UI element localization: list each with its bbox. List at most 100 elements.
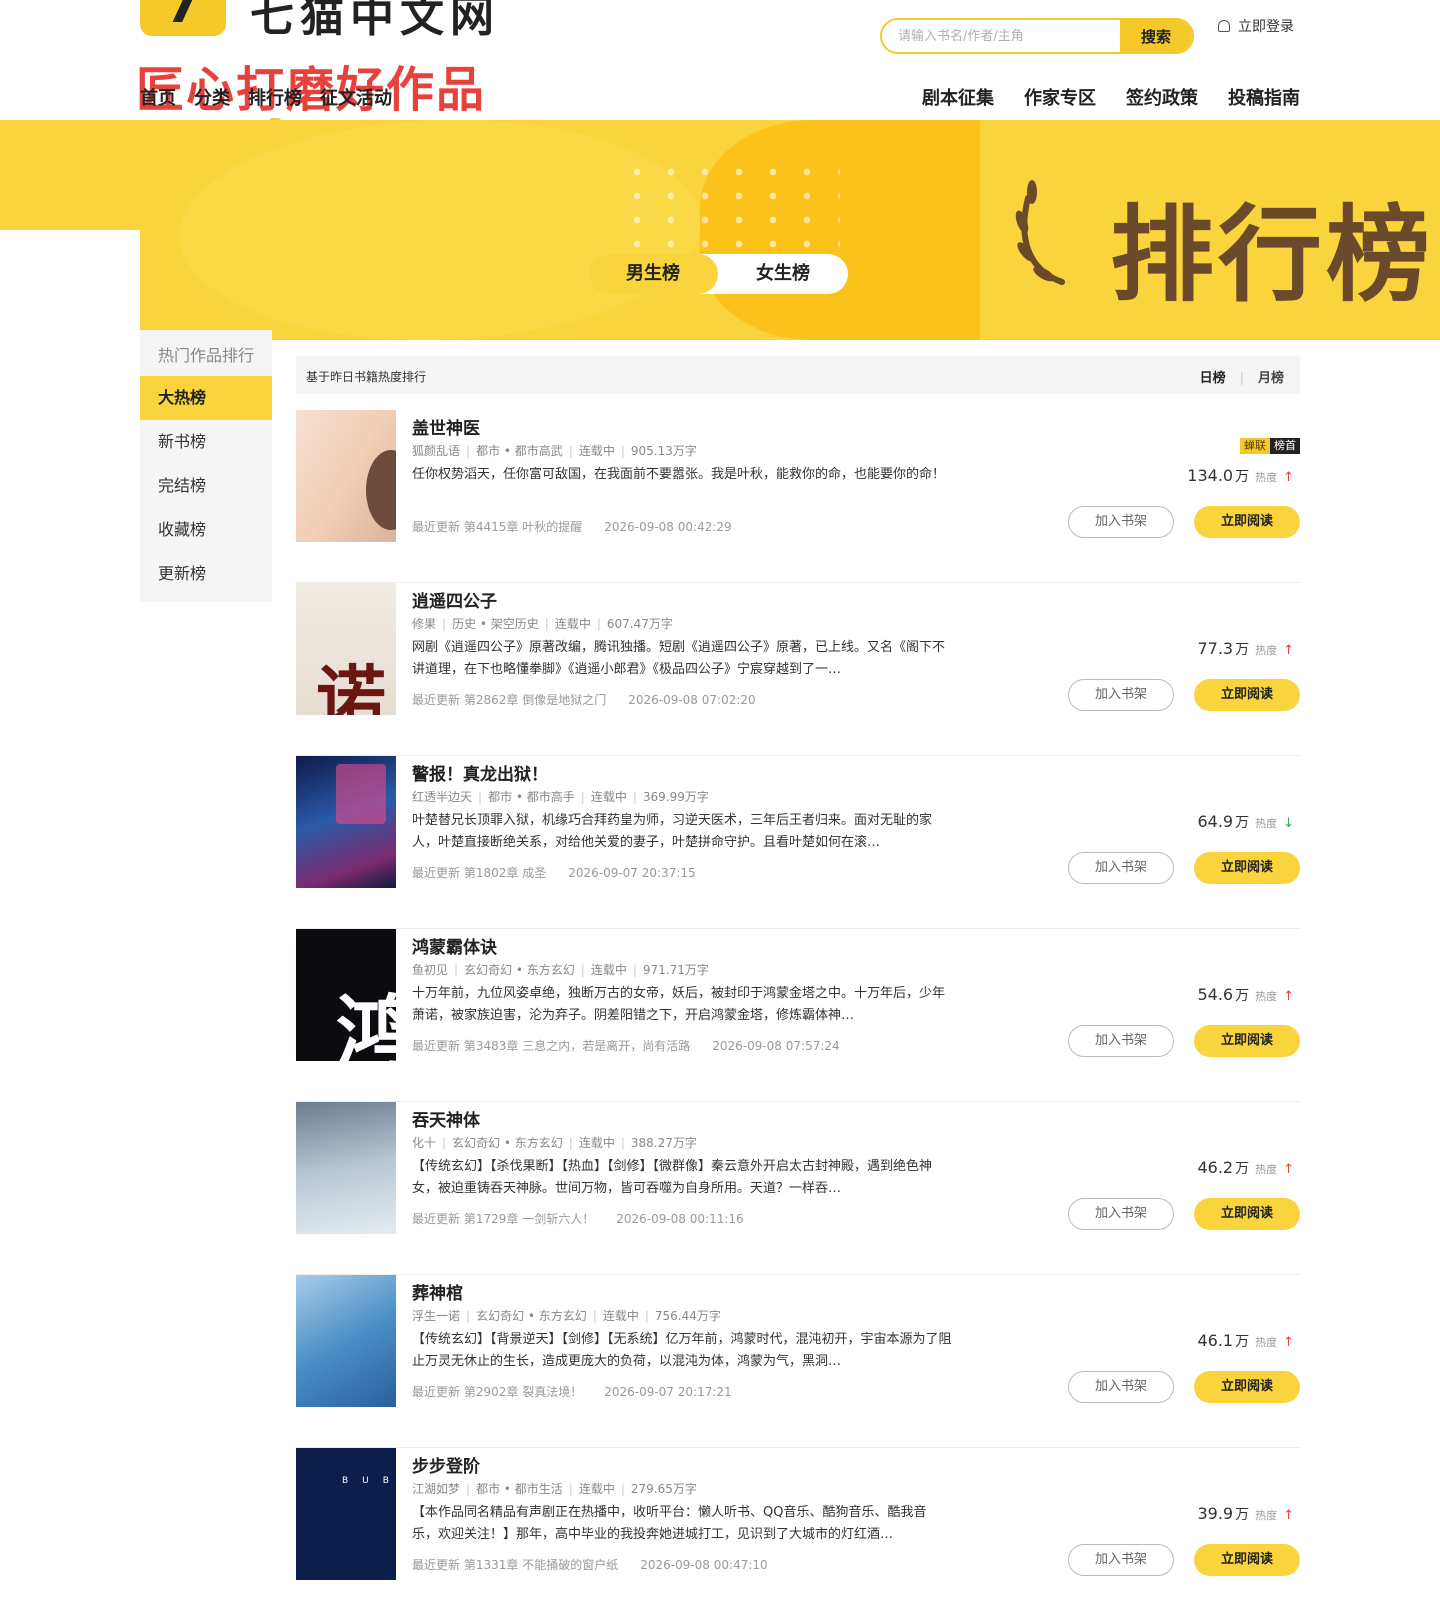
arrow-down-icon: ↓ [1283, 816, 1294, 831]
book-author[interactable]: 鱼初见 [412, 963, 448, 977]
book-cover[interactable] [296, 1102, 396, 1234]
tab-daily[interactable]: 日榜 [1200, 371, 1226, 386]
book-title[interactable]: 步步登阶 [412, 1452, 480, 1477]
sidebar-item-hot[interactable]: 大热榜 [140, 376, 272, 420]
book-category[interactable]: 玄幻奇幻 • 东方玄幻 [452, 1136, 563, 1150]
update-chapter[interactable]: 第1802章 成圣 [464, 866, 546, 880]
book-title[interactable]: 逍遥四公子 [412, 587, 497, 612]
book-row[interactable]: 吞天神体 化十 | 玄幻奇幻 • 东方玄幻 | 连载中 | 388.27万字 【传统玄幻】【杀伐… [296, 1102, 1300, 1275]
book-cover[interactable]: 诺 [296, 583, 396, 715]
update-time: 2026-09-08 00:42:29 [604, 520, 732, 534]
nav-home[interactable]: 首页 [140, 84, 176, 110]
book-row[interactable]: 诺 逍遥四公子 修果 | 历史 • 架空历史 | 连载中 | 607.47万字 网剧《逍遥四公子》… [296, 583, 1300, 756]
tab-female[interactable]: 女生榜 [718, 254, 848, 294]
heat-value: 46.1 [1197, 1331, 1234, 1350]
update-chapter[interactable]: 第1729章 一剑斩六人！ [464, 1212, 594, 1226]
book-row[interactable]: BUB 步步登阶江湖如梦 | 都市 • 都市生活 | 连载中 | 279.65万字【本作品同名… [296, 1448, 1300, 1600]
book-row[interactable]: 警报！真龙出狱！ 红透半边天 | 都市 • 都市高手 | 连载中 | 369.99万字 叶楚替兄… [296, 756, 1300, 929]
book-row[interactable]: 鸿 鸿蒙霸体诀 鱼初见 | 玄幻奇幻 • 东方玄幻 | 连载中 | 971.71万字 十万年前，九… [296, 929, 1300, 1102]
book-category[interactable]: 都市 • 都市高手 [488, 790, 575, 804]
book-category[interactable]: 都市 • 都市高武 [476, 444, 563, 458]
book-cover[interactable]: BUB [296, 1448, 396, 1580]
arrow-up-icon: ↑ [1283, 1162, 1294, 1177]
read-now-button[interactable]: 立即阅读 [1194, 1544, 1300, 1576]
update-time: 2026-09-08 07:02:20 [628, 693, 756, 707]
book-words: 369.99万字 [642, 790, 709, 804]
sidebar-item-finished[interactable]: 完结榜 [140, 464, 272, 508]
read-now-button[interactable]: 立即阅读 [1194, 1198, 1300, 1230]
add-to-shelf-button[interactable]: 加入书架 [1068, 852, 1174, 884]
book-words: 388.27万字 [630, 1136, 697, 1150]
add-to-shelf-button[interactable]: 加入书架 [1068, 1025, 1174, 1057]
sidebar-item-update[interactable]: 更新榜 [140, 552, 272, 596]
tab-monthly[interactable]: 月榜 [1258, 371, 1284, 386]
sidebar-item-collect[interactable]: 收藏榜 [140, 508, 272, 552]
search-button[interactable]: 搜索 [1120, 20, 1192, 52]
logo-text[interactable]: 七猫中文网 [250, 0, 500, 44]
book-status: 连载中 [578, 444, 615, 458]
book-title[interactable]: 葬神棺 [412, 1279, 463, 1304]
sidebar-head: 热门作品排行 [158, 346, 255, 365]
meta-sep: | [466, 1482, 471, 1496]
read-now-button[interactable]: 立即阅读 [1194, 679, 1300, 711]
read-now-button[interactable]: 立即阅读 [1194, 852, 1300, 884]
nav-category[interactable]: 分类 [194, 84, 230, 110]
heat-value: 77.3 [1197, 639, 1234, 658]
book-category[interactable]: 都市 • 都市生活 [476, 1482, 563, 1496]
period-tabs: 日榜 | 月榜 [1200, 367, 1284, 386]
meta-sep: | [442, 617, 447, 631]
login-link[interactable]: 立即登录 [1218, 14, 1298, 40]
update-chapter[interactable]: 第2902章 裂真法境！ [464, 1385, 582, 1399]
book-cover[interactable] [296, 756, 396, 888]
book-author[interactable]: 狐颜乱语 [412, 444, 460, 458]
book-title[interactable]: 警报！真龙出狱！ [412, 760, 548, 785]
add-to-shelf-button[interactable]: 加入书架 [1068, 1198, 1174, 1230]
read-now-button[interactable]: 立即阅读 [1194, 506, 1300, 538]
add-to-shelf-button[interactable]: 加入书架 [1068, 679, 1174, 711]
sidebar-item-new[interactable]: 新书榜 [140, 420, 272, 464]
book-row[interactable]: 盖世神医 狐颜乱语 | 都市 • 都市高武 | 连载中 | 905.13万字 任你权势滔天，任你… [296, 410, 1300, 583]
logo-icon[interactable]: 7 [140, 0, 226, 36]
book-title[interactable]: 吞天神体 [412, 1106, 480, 1131]
search-input[interactable] [882, 20, 1120, 52]
nav-contest[interactable]: 征文活动 [320, 84, 392, 110]
add-to-shelf-button[interactable]: 加入书架 [1068, 506, 1174, 538]
update-chapter[interactable]: 第2862章 倒像是地狱之门 [464, 693, 606, 707]
read-now-button[interactable]: 立即阅读 [1194, 1025, 1300, 1057]
book-title[interactable]: 盖世神医 [412, 414, 480, 439]
gender-toggle: 男生榜 女生榜 [588, 254, 848, 294]
heat-label: 热度 [1255, 1336, 1278, 1349]
book-author[interactable]: 红透半边天 [412, 790, 472, 804]
book-category[interactable]: 玄幻奇幻 • 东方玄幻 [464, 963, 575, 977]
tab-separator: | [1239, 371, 1244, 386]
update-chapter[interactable]: 第4415章 叶秋的提醒 [464, 520, 582, 534]
book-author[interactable]: 浮生一诺 [412, 1309, 460, 1323]
book-heat: 54.6 万热度 ↑ [1197, 985, 1294, 1005]
nav-ranking[interactable]: 排行榜 [248, 84, 302, 124]
add-to-shelf-button[interactable]: 加入书架 [1068, 1371, 1174, 1403]
meta-sep: | [580, 790, 585, 804]
book-update: 最近更新 第2862章 倒像是地狱之门 2026-09-08 07:02:20 [412, 691, 756, 708]
update-chapter[interactable]: 第1331章 不能捅破的窗户纸 [464, 1558, 618, 1572]
meta-sep: | [478, 790, 483, 804]
nav-contract[interactable]: 签约政策 [1126, 84, 1198, 110]
meta-sep: | [620, 444, 625, 458]
tab-male[interactable]: 男生榜 [588, 254, 718, 294]
book-category[interactable]: 玄幻奇幻 • 东方玄幻 [476, 1309, 587, 1323]
book-author[interactable]: 化十 [412, 1136, 436, 1150]
nav-script[interactable]: 剧本征集 [922, 84, 994, 110]
book-cover[interactable] [296, 410, 396, 542]
book-cover[interactable]: 鸿 [296, 929, 396, 1061]
book-row[interactable]: 葬神棺 浮生一诺 | 玄幻奇幻 • 东方玄幻 | 连载中 | 756.44万字 【传统玄幻】【背… [296, 1275, 1300, 1448]
book-title[interactable]: 鸿蒙霸体诀 [412, 933, 497, 958]
book-author[interactable]: 江湖如梦 [412, 1482, 460, 1496]
nav-submit-guide[interactable]: 投稿指南 [1228, 84, 1300, 110]
nav-writer[interactable]: 作家专区 [1024, 84, 1096, 110]
book-author[interactable]: 修果 [412, 617, 436, 631]
add-to-shelf-button[interactable]: 加入书架 [1068, 1544, 1174, 1576]
arrow-up-icon: ↑ [1283, 1508, 1294, 1523]
book-category[interactable]: 历史 • 架空历史 [452, 617, 539, 631]
read-now-button[interactable]: 立即阅读 [1194, 1371, 1300, 1403]
update-chapter[interactable]: 第3483章 三息之内，若是离开，尚有活路 [464, 1039, 690, 1053]
book-cover[interactable] [296, 1275, 396, 1407]
